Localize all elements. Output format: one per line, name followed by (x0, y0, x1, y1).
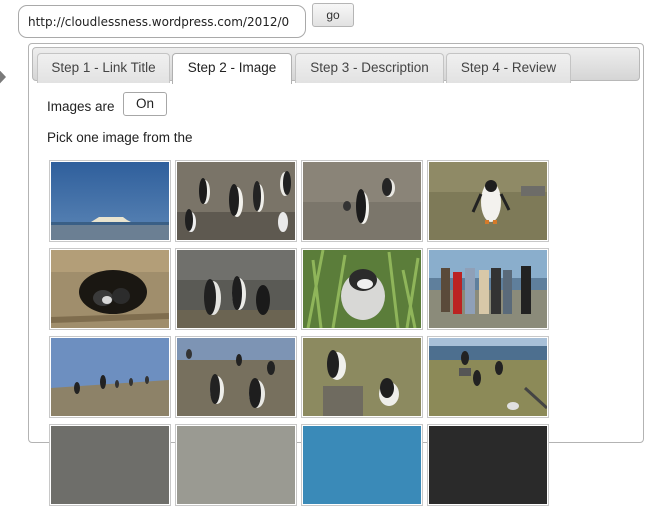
tab-step-3[interactable]: Step 3 - Description (295, 53, 444, 83)
penguin-in-grass-photo (303, 250, 421, 328)
url-field[interactable] (18, 5, 306, 38)
thumbnail-16[interactable] (427, 424, 549, 506)
thumbnail-14[interactable] (175, 424, 297, 506)
penguin-group-photo (177, 338, 295, 416)
thumbnail-9[interactable] (49, 336, 171, 418)
go-button[interactable]: go (312, 3, 354, 27)
penguins-on-rock-photo (303, 338, 421, 416)
penguins-on-hill-photo (51, 338, 169, 416)
thumbnail-11[interactable] (301, 336, 423, 418)
tab-step-1[interactable]: Step 1 - Link Title (37, 53, 170, 83)
tab-bar: Step 1 - Link Title Step 2 - Image Step … (32, 47, 640, 84)
king-penguins-on-ground-photo (303, 162, 421, 240)
thumbnail-12[interactable] (427, 336, 549, 418)
pick-image-instruction: Pick one image from the (47, 130, 193, 145)
thumbnail-4[interactable] (427, 160, 549, 242)
images-label: Images are (47, 99, 115, 114)
magellanic-penguins-photo (177, 250, 295, 328)
thumbnail-10[interactable] (175, 336, 297, 418)
thumbnail-5[interactable] (49, 248, 171, 330)
wizard-panel: Step 1 - Link Title Step 2 - Image Step … (28, 43, 644, 506)
thumbnail-6[interactable] (175, 248, 297, 330)
thumbnail-15[interactable] (301, 424, 423, 506)
tourists-group-photo (429, 250, 547, 328)
thumbnail-1[interactable] (49, 160, 171, 242)
penguins-in-burrow-photo (51, 250, 169, 328)
thumbnail-13[interactable] (49, 424, 171, 506)
king-penguin-colony-photo (177, 162, 295, 240)
thumbnail-3[interactable] (301, 160, 423, 242)
partial-photo-16 (429, 426, 547, 504)
images-toggle-button[interactable]: On (123, 92, 167, 116)
thumbnail-2[interactable] (175, 160, 297, 242)
penguin-walking-photo (429, 162, 547, 240)
partial-photo-14 (177, 426, 295, 504)
penguins-by-water-photo (429, 338, 547, 416)
collapse-arrow-icon[interactable] (0, 62, 6, 92)
iceberg-photo (51, 162, 169, 240)
thumbnail-8[interactable] (427, 248, 549, 330)
tab-step-4[interactable]: Step 4 - Review (446, 53, 571, 83)
partial-photo-15 (303, 426, 421, 504)
thumbnail-7[interactable] (301, 248, 423, 330)
tab-step-2[interactable]: Step 2 - Image (172, 53, 292, 84)
url-input[interactable] (28, 12, 290, 32)
partial-photo-13 (51, 426, 169, 504)
